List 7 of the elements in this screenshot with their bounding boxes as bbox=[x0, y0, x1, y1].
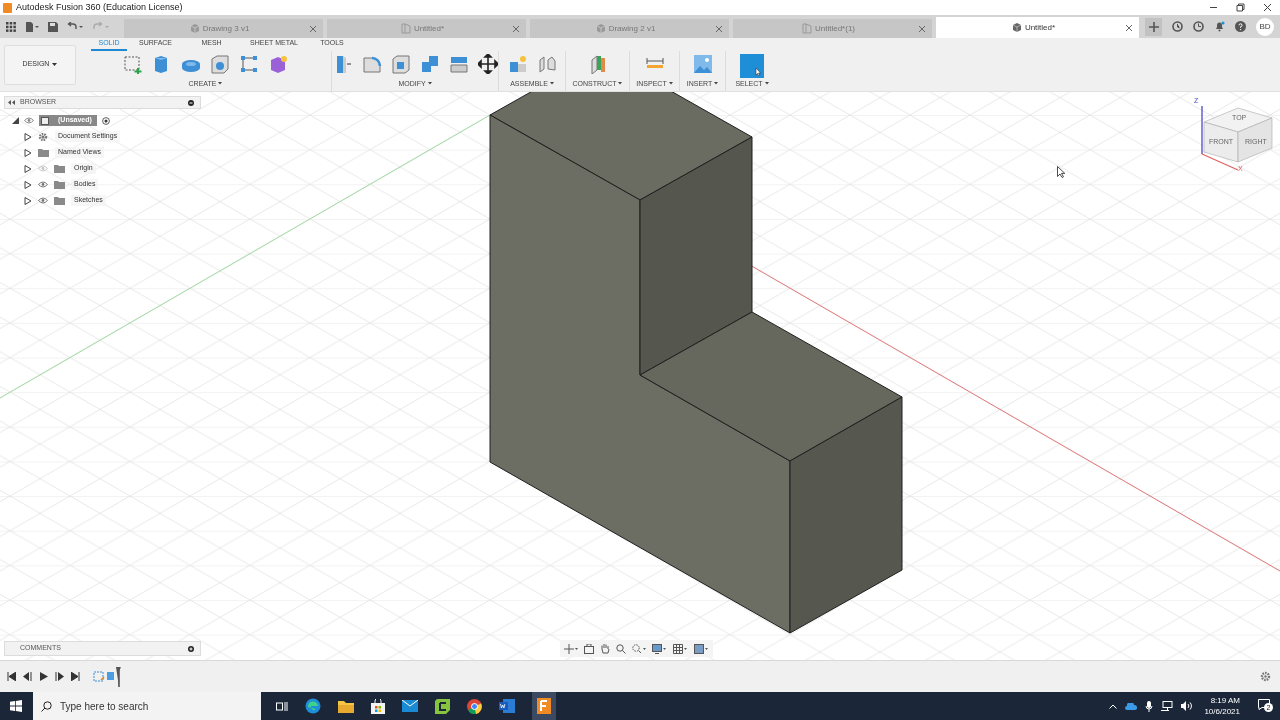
window-title: Autodesk Fusion 360 (Education License) bbox=[16, 0, 183, 14]
clock-date[interactable]: 10/6/2021 bbox=[1204, 706, 1240, 717]
document-tab[interactable]: Untitled* bbox=[936, 17, 1139, 38]
user-avatar[interactable]: BD bbox=[1256, 17, 1274, 36]
clock-time[interactable]: 8:19 AM bbox=[1210, 695, 1240, 706]
search-placeholder: Type here to search bbox=[60, 699, 149, 714]
search-field[interactable]: Type here to search bbox=[33, 692, 261, 720]
